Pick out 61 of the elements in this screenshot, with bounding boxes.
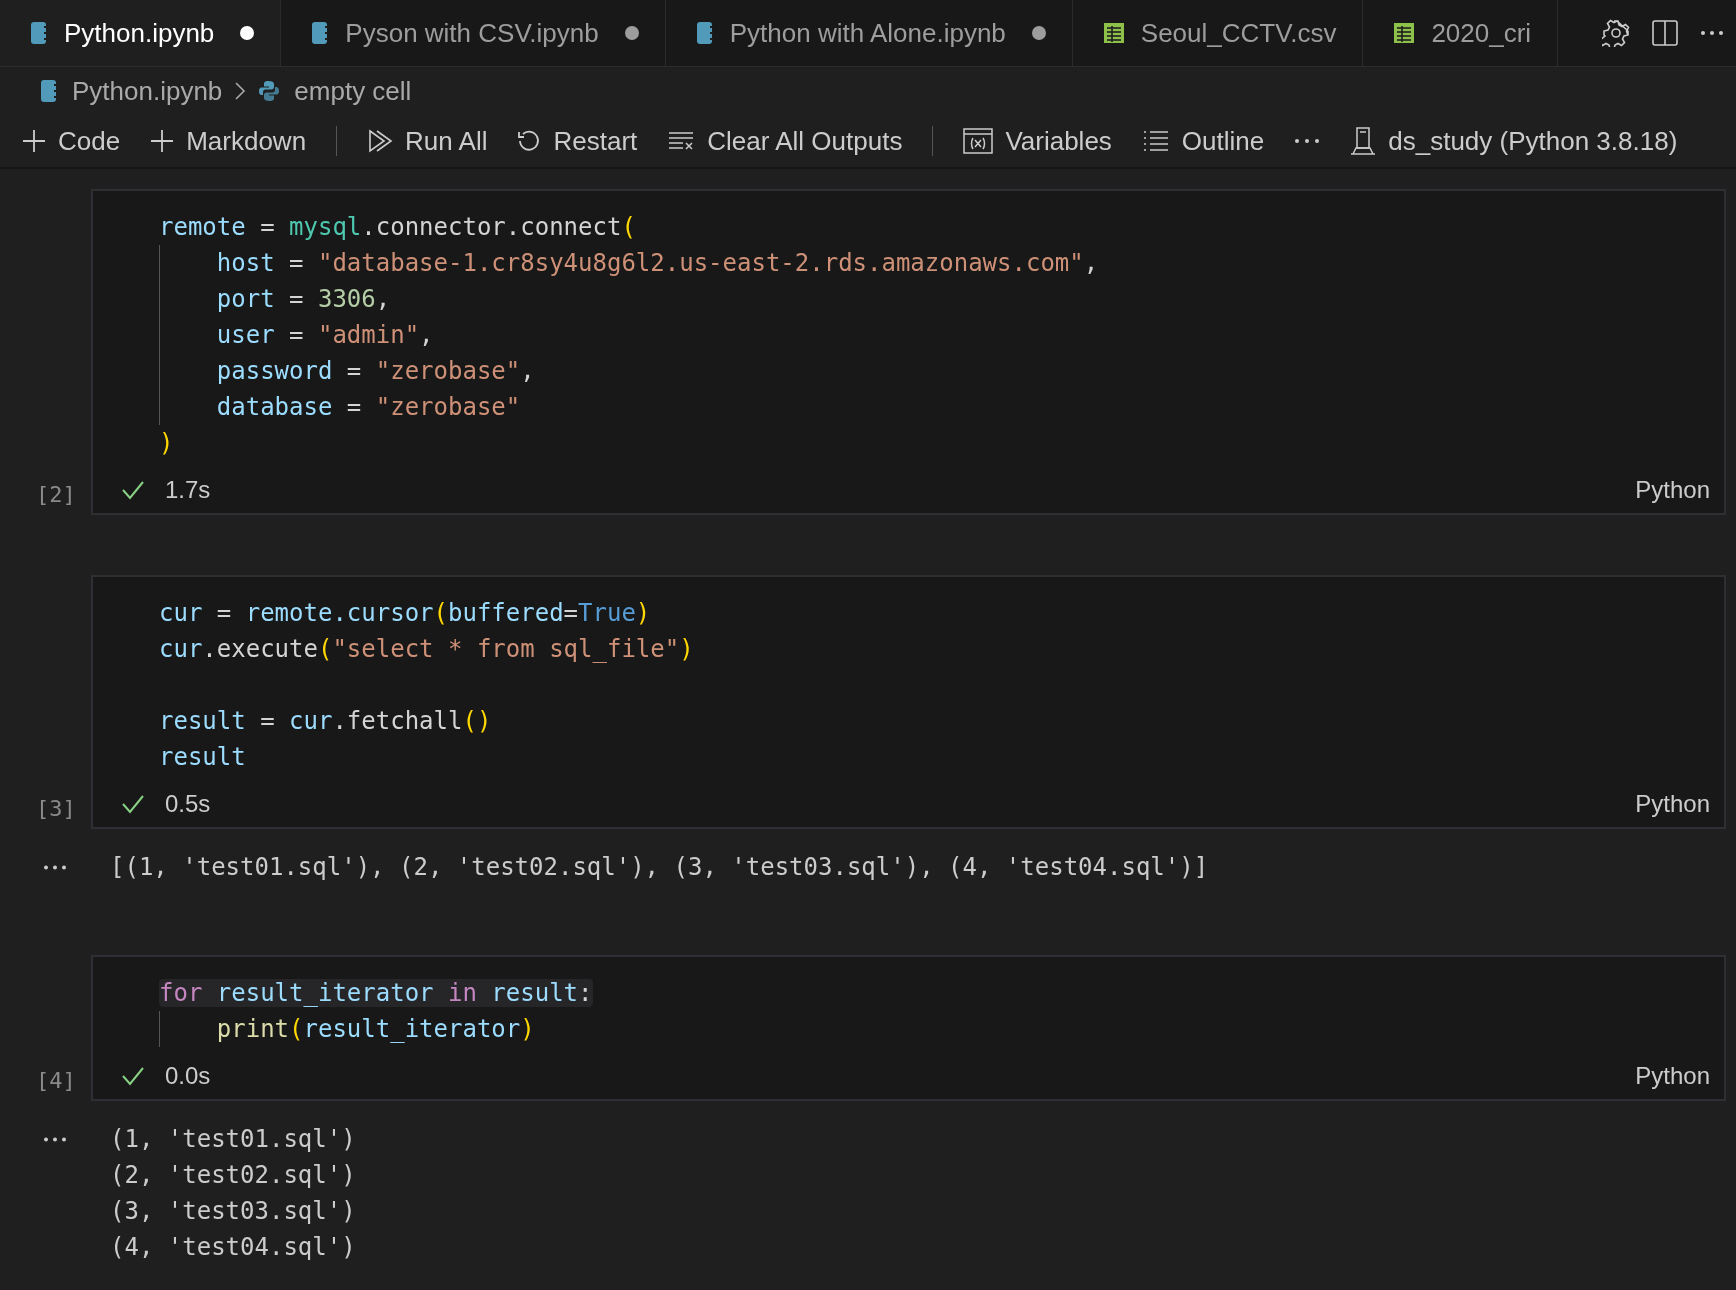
toolbar-button[interactable]: Run All [367, 125, 488, 157]
python-icon [258, 80, 281, 102]
output-line: (3, 'test03.sql') [110, 1196, 356, 1227]
toolbar-button[interactable]: Variables [963, 125, 1112, 157]
code-cell[interactable]: remote = mysql.connector.connect( host = "database-1.cr8sy4u8g6l2.us-east-2.rds.amazonaws.com", port = 3306, user = "admin", password = "zerobase", database = "zerobase" ) 1.7s Python [91, 189, 1726, 515]
kernel-icon [1350, 127, 1377, 155]
cell-language[interactable]: Python [1635, 1062, 1710, 1090]
more-icon[interactable] [1294, 138, 1321, 144]
cell-language[interactable]: Python [1635, 790, 1710, 818]
code-line: host = "database-1.cr8sy4u8g6l2.us-east-2.rds.amazonaws.com", [215, 249, 1099, 277]
code-line: port = 3306, [215, 285, 391, 313]
toolbar-button[interactable]: Code [22, 125, 121, 157]
more-icon[interactable] [1700, 30, 1724, 36]
execution-time: 0.0s [165, 1062, 212, 1090]
code-cell[interactable]: for result_iterator in result: print(result_iterator) 0.0s Python [91, 955, 1726, 1101]
run-all-icon [367, 128, 394, 154]
editor-tab[interactable]: Python.ipynb [0, 0, 282, 66]
execution-count: [2] [36, 482, 76, 507]
notebook-icon [30, 21, 48, 45]
code-line: result = cur.fetchall() [159, 707, 492, 735]
breadcrumb-item[interactable]: empty cell [258, 75, 412, 107]
chevron-right-icon [234, 81, 247, 101]
code-line: cur.execute("select * from sql_file") [159, 635, 694, 663]
notebook-icon [311, 21, 330, 45]
code-line: print(result_iterator) [215, 1015, 535, 1043]
plus-icon [150, 129, 175, 153]
code-line: cur = remote.cursor(buffered=True) [159, 599, 651, 627]
code-line: result [159, 743, 246, 771]
breadcrumb-item[interactable]: Python.ipynb [40, 75, 223, 107]
execution-count: [4] [36, 1068, 76, 1093]
code-line: user = "admin", [215, 321, 434, 349]
plus-icon [22, 129, 46, 153]
output-line: [(1, 'test01.sql'), (2, 'test02.sql'), (3, 'test03.sql'), (4, 'test04.sql')] [110, 852, 1209, 883]
notebook-icon [695, 21, 714, 45]
execution-count: [3] [36, 796, 76, 821]
code-line: remote = mysql.connector.connect( [159, 213, 636, 241]
toolbar-button[interactable]: Clear All Outputs [667, 125, 903, 157]
outline-icon [1141, 129, 1170, 153]
more-icon[interactable] [43, 865, 67, 870]
kernel-picker[interactable]: ds_study (Python 3.8.18) [1350, 125, 1678, 157]
settings-icon[interactable] [1602, 19, 1630, 47]
cell-language[interactable]: Python [1635, 476, 1710, 504]
split-editor-icon[interactable] [1652, 20, 1678, 46]
toolbar-button[interactable]: Outline [1141, 125, 1265, 157]
variables-icon [963, 128, 994, 154]
code-line: password = "zerobase", [215, 357, 535, 385]
execution-time: 1.7s [165, 476, 212, 504]
output-line: (4, 'test04.sql') [110, 1232, 356, 1263]
table-file-icon [1102, 22, 1125, 44]
notebook-icon [40, 79, 58, 103]
execution-time: 0.5s [165, 790, 212, 818]
table-file-icon [1393, 22, 1416, 44]
more-icon[interactable] [43, 1137, 67, 1142]
code-line: ) [159, 429, 174, 457]
restart-icon [517, 129, 542, 153]
output-line: (2, 'test02.sql') [110, 1160, 356, 1191]
toolbar-button[interactable]: Markdown [150, 125, 307, 157]
output-line: (1, 'test01.sql') [110, 1124, 356, 1155]
code-cell[interactable]: cur = remote.cursor(buffered=True) cur.execute("select * from sql_file") result = cur.fetchall() result 0.5s Python [91, 575, 1726, 829]
toolbar-button[interactable]: Restart [517, 125, 638, 157]
code-line: database = "zerobase" [215, 393, 521, 421]
